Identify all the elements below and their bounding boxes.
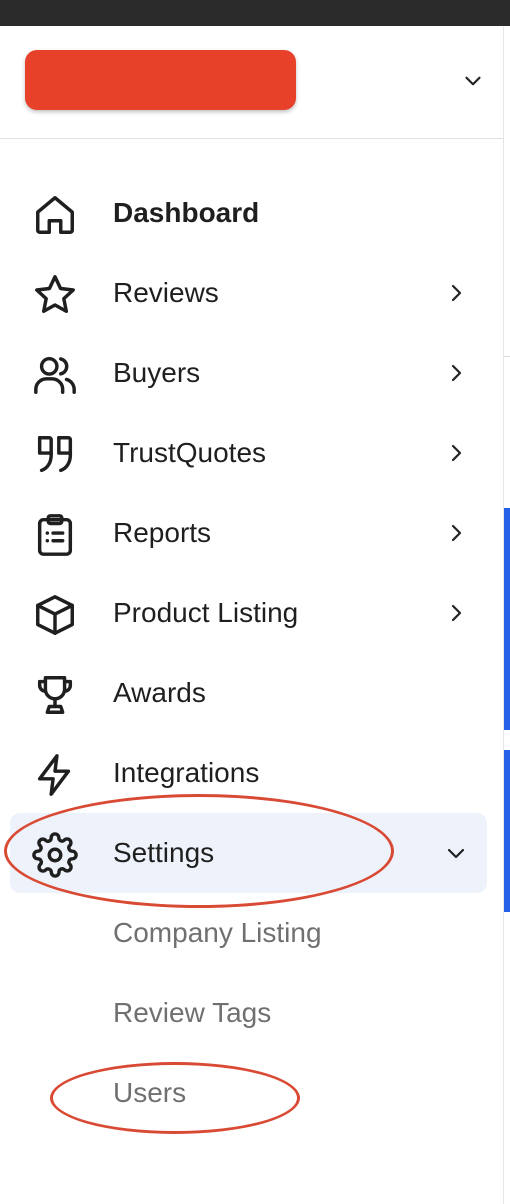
- sidebar-item-label: Product Listing: [113, 597, 299, 628]
- trophy-icon: [37, 676, 73, 714]
- sidebar-item-dashboard[interactable]: Dashboard: [10, 173, 487, 253]
- chevron-right-icon[interactable]: [444, 441, 468, 465]
- sidebar-item-settings[interactable]: Settings: [10, 813, 487, 893]
- chevron-right-icon[interactable]: [444, 361, 468, 385]
- sidebar-item-label: Integrations: [113, 757, 260, 788]
- browser-top-strip: [0, 0, 510, 26]
- submenu-item-label: Company Listing: [113, 917, 322, 948]
- lightning-icon: [37, 754, 71, 796]
- gear-icon: [32, 832, 78, 878]
- sidebar-item-label: Reports: [113, 517, 212, 548]
- sidebar-item-awards[interactable]: Awards: [10, 653, 487, 733]
- app-page: Dashboard Reviews Buyers TrustQuotes Rep…: [0, 0, 510, 1204]
- content-banner-edge: [504, 508, 510, 730]
- sidebar-item-reports[interactable]: Reports: [10, 493, 487, 573]
- sidebar-item-buyers[interactable]: Buyers: [10, 333, 487, 413]
- submenu-item-review-tags[interactable]: Review Tags: [10, 973, 487, 1053]
- content-divider: [504, 356, 510, 357]
- star-icon: [35, 275, 75, 314]
- sidebar-item-integrations[interactable]: Integrations: [10, 733, 487, 813]
- sidebar-item-label: TrustQuotes: [113, 437, 267, 468]
- content-banner-edge: [504, 750, 510, 912]
- cube-icon: [36, 595, 74, 635]
- chevron-right-icon[interactable]: [444, 521, 468, 545]
- sidebar-item-reviews[interactable]: Reviews: [10, 253, 487, 333]
- submenu-item-users[interactable]: Users: [10, 1053, 487, 1133]
- submenu-item-company-listing[interactable]: Company Listing: [10, 893, 487, 973]
- chevron-down-icon[interactable]: [444, 841, 468, 865]
- home-icon: [36, 196, 74, 234]
- quote-icon: [37, 436, 73, 473]
- sidebar-item-product-listing[interactable]: Product Listing: [10, 573, 487, 653]
- sidebar-item-label: Buyers: [113, 357, 201, 388]
- sidebar-item-label: Reviews: [113, 277, 219, 308]
- submenu-item-label: Review Tags: [113, 997, 272, 1028]
- submenu-item-label: Users: [113, 1077, 187, 1108]
- sidebar: Dashboard Reviews Buyers TrustQuotes Rep…: [0, 26, 504, 1204]
- sidebar-header: [0, 26, 503, 139]
- users-icon: [34, 356, 76, 394]
- sidebar-item-label: Awards: [113, 677, 206, 708]
- company-logo-redacted[interactable]: [25, 50, 296, 110]
- clipboard-list-icon: [37, 514, 73, 556]
- sidebar-item-trustquotes[interactable]: TrustQuotes: [10, 413, 487, 493]
- main-content-edge: [504, 26, 510, 1204]
- chevron-right-icon[interactable]: [444, 281, 468, 305]
- sidebar-item-label: Dashboard: [113, 197, 260, 228]
- sidebar-item-label: Settings: [113, 837, 215, 868]
- chevron-down-icon[interactable]: [460, 68, 486, 94]
- chevron-right-icon[interactable]: [444, 601, 468, 625]
